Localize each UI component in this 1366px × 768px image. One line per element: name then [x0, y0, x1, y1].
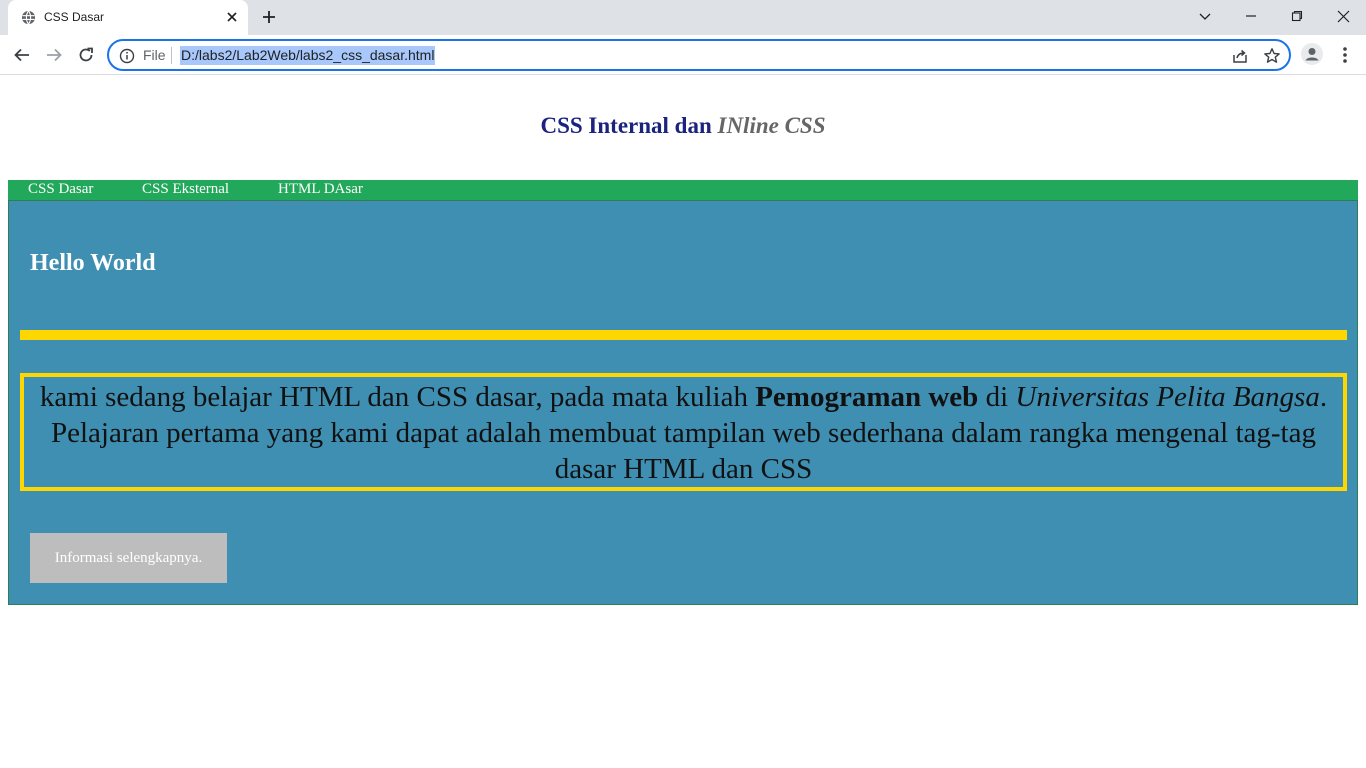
- url-text[interactable]: D:/labs2/Lab2Web/labs2_css_dasar.html: [180, 46, 436, 65]
- description-paragraph: kami sedang belajar HTML dan CSS dasar, …: [20, 373, 1347, 491]
- yellow-divider: [20, 330, 1347, 340]
- paragraph-text-2: di: [978, 381, 1016, 413]
- hello-heading: Hello World: [30, 250, 156, 276]
- tab-search-chevron-icon[interactable]: [1182, 0, 1228, 32]
- tab-title: CSS Dasar: [44, 10, 105, 24]
- main-content-box: Hello World kami sedang belajar HTML dan…: [8, 200, 1358, 605]
- paragraph-text-1: kami sedang belajar HTML dan CSS dasar, …: [39, 381, 756, 413]
- paragraph-bold: Pemograman web: [755, 381, 979, 413]
- restore-icon[interactable]: [1274, 0, 1320, 32]
- web-page: CSS Internal dan INline CSS CSS Dasar CS…: [0, 76, 1366, 768]
- page-title-italic: INline CSS: [717, 113, 826, 138]
- navigation-bar: CSS Dasar CSS Eksternal HTML DAsar: [8, 180, 1358, 200]
- info-icon[interactable]: [119, 48, 135, 64]
- close-window-icon[interactable]: [1320, 0, 1366, 32]
- minimize-icon[interactable]: [1228, 0, 1274, 32]
- paragraph-italic: Universitas Pelita Bangsa: [1015, 381, 1320, 413]
- page-title-main: CSS Internal dan: [540, 113, 718, 138]
- new-tab-plus-icon[interactable]: [260, 8, 278, 26]
- address-bar[interactable]: File D:/labs2/Lab2Web/labs2_css_dasar.ht…: [107, 39, 1291, 71]
- url-separator: [171, 47, 172, 64]
- tab-strip: CSS Dasar: [0, 0, 1366, 35]
- kebab-menu-icon[interactable]: [1334, 43, 1356, 67]
- profile-avatar-icon[interactable]: [1301, 43, 1323, 65]
- url-scheme-label: File: [143, 47, 166, 63]
- more-info-button[interactable]: Informasi selengkapnya.: [30, 533, 227, 583]
- nav-link-css-dasar[interactable]: CSS Dasar: [28, 181, 93, 198]
- forward-arrow-icon[interactable]: [42, 43, 66, 67]
- back-arrow-icon[interactable]: [10, 43, 34, 67]
- browser-tab[interactable]: CSS Dasar: [8, 0, 248, 35]
- browser-toolbar: File D:/labs2/Lab2Web/labs2_css_dasar.ht…: [0, 35, 1366, 75]
- close-tab-icon[interactable]: [224, 9, 240, 25]
- nav-link-html-dasar[interactable]: HTML DAsar: [278, 181, 363, 198]
- share-icon[interactable]: [1231, 47, 1249, 65]
- bookmark-star-icon[interactable]: [1263, 47, 1281, 65]
- page-title: CSS Internal dan INline CSS: [0, 113, 1366, 139]
- globe-icon: [21, 10, 36, 25]
- nav-link-css-eksternal[interactable]: CSS Eksternal: [142, 181, 229, 198]
- reload-icon[interactable]: [74, 43, 98, 67]
